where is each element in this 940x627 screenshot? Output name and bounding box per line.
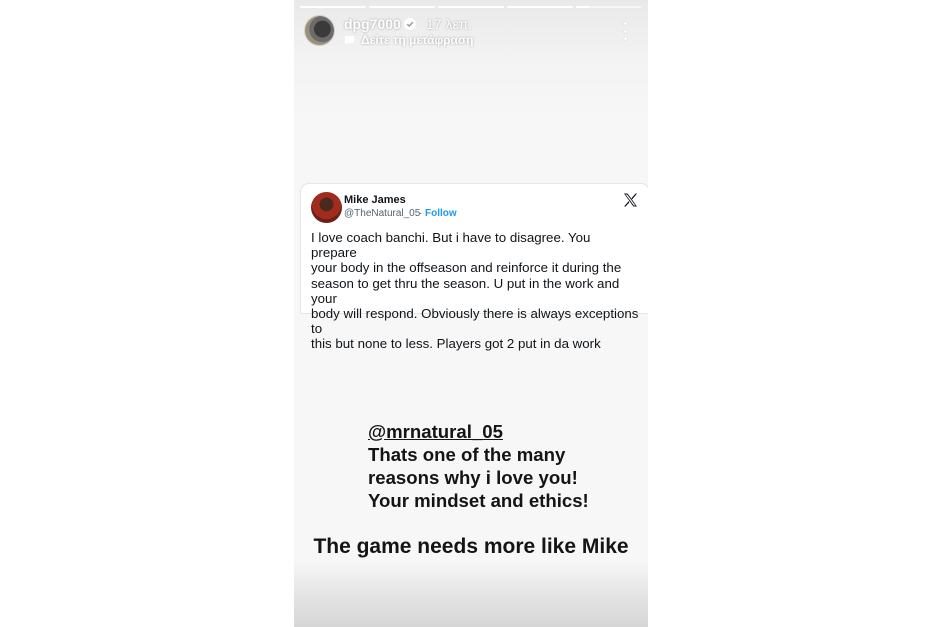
tweet-text-line: I love coach banchi. But i have to disag… xyxy=(311,230,591,261)
progress-segment xyxy=(438,6,504,8)
tweet-avatar[interactable] xyxy=(311,192,342,223)
mention-link[interactable]: @mrnatural_05 xyxy=(368,420,589,443)
tweet-text-line: this but none to less. Players got 2 put… xyxy=(311,336,601,352)
progress-segment xyxy=(300,6,366,8)
progress-segment xyxy=(507,6,573,8)
story-timestamp: 17 λεπ. xyxy=(426,16,473,32)
tweet-separator: · xyxy=(419,208,423,219)
story-username[interactable]: dpg7000 xyxy=(344,16,401,32)
caption-line: Your mindset and ethics! xyxy=(368,490,589,511)
story-progress-bar xyxy=(300,6,642,8)
progress-segment xyxy=(369,6,435,8)
story-caption-closing: The game needs more like Mike xyxy=(313,535,629,558)
tweet-card: Mike James @TheNatural_05 · Follow I lov… xyxy=(301,184,648,351)
tweet-text-line: season to get thru the season. U put in … xyxy=(311,275,620,306)
caption-line: Thats one of the many xyxy=(368,444,566,465)
tweet-text: I love coach banchi. But i have to disag… xyxy=(311,230,639,352)
progress-segment-current xyxy=(576,6,642,8)
more-icon[interactable] xyxy=(620,22,630,40)
story-viewer[interactable]: dpg7000 17 λεπ. Δείτε τη μετάφραση Mike … xyxy=(294,0,648,627)
follow-button[interactable]: Follow xyxy=(425,208,457,219)
x-logo-icon xyxy=(624,193,637,207)
tweet-author-name[interactable]: Mike James xyxy=(344,194,406,206)
story-caption: @mrnatural_05 Thats one of the many reas… xyxy=(368,420,589,512)
see-translation-link[interactable]: Δείτε τη μετάφραση xyxy=(361,33,473,47)
caption-line: reasons why i love you! xyxy=(368,467,578,488)
tweet-author-handle[interactable]: @TheNatural_05 xyxy=(344,208,420,219)
tweet-text-line: your body in the offseason and reinforce… xyxy=(311,260,622,276)
tweet-text-line: body will respond. Obviously there is al… xyxy=(311,306,639,337)
verified-icon xyxy=(404,18,416,30)
story-avatar[interactable] xyxy=(305,16,334,45)
translate-icon xyxy=(345,36,354,45)
